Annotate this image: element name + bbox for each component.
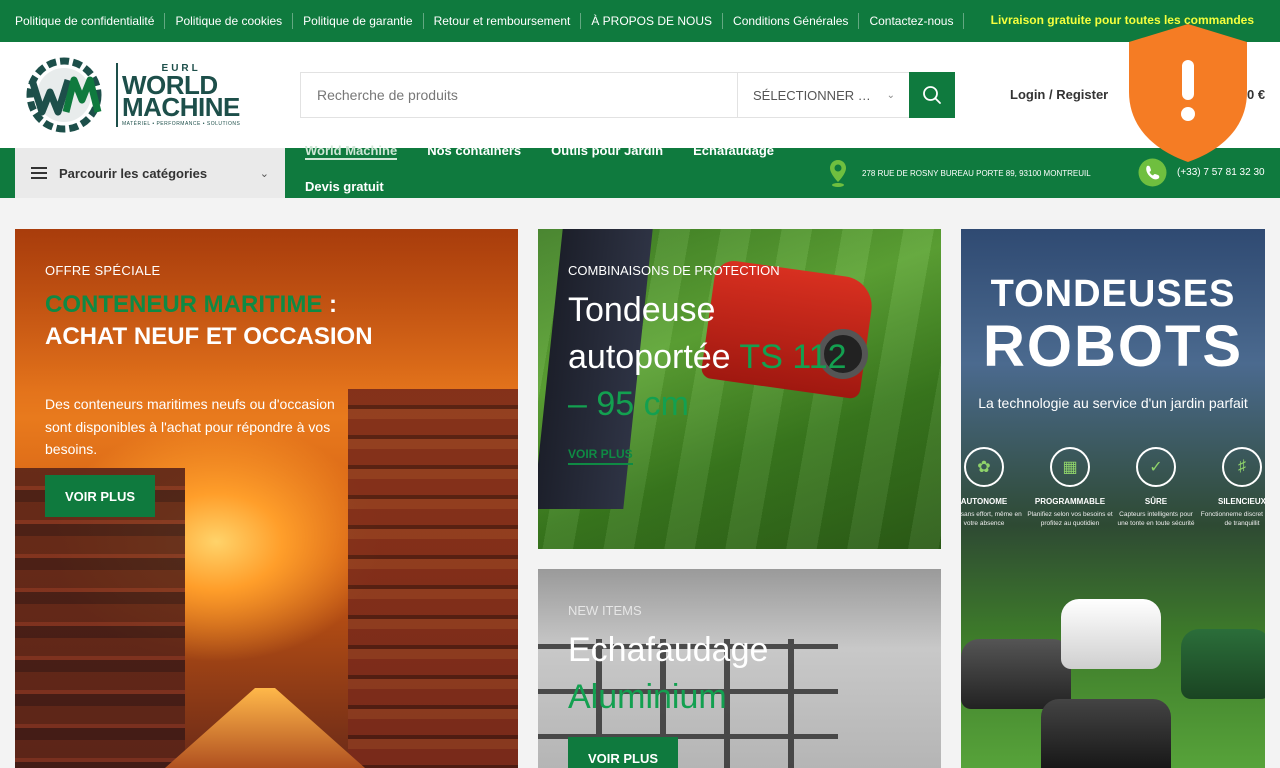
browse-categories-button[interactable]: Parcourir les catégories ⌄ (15, 148, 285, 198)
store-address: 278 RUE DE ROSNY BUREAU PORTE 89, 93100 … (828, 158, 1091, 188)
feature-desc: Fonctionneme discret pour p de tranquill… (1200, 511, 1265, 527)
robot-mower-image (1061, 599, 1161, 669)
view-more-button[interactable]: VOIR PLUS (45, 475, 155, 517)
banner-ride-on-mower[interactable]: COMBINAISONS DE PROTECTION Tondeuse auto… (538, 229, 941, 549)
feature-title: AUTONOME (961, 497, 1008, 506)
logo-line-2: MACHINE (122, 92, 240, 122)
site-logo[interactable]: EURL WORLD MACHINE MATÉRIEL • PERFORMANC… (18, 55, 258, 135)
leaf-icon: ✿ (964, 447, 1004, 487)
link-terms[interactable]: Conditions Générales (723, 13, 860, 29)
category-select[interactable]: SÉLECTIONNER … ⌄ (737, 73, 909, 117)
logo-wordmark: EURL WORLD MACHINE MATÉRIEL • PERFORMANC… (116, 63, 240, 127)
banner-heading-1: TONDEUSES (990, 273, 1236, 315)
feature-safe: ✓ SÛRE Capteurs intelligents pour une to… (1113, 447, 1199, 528)
view-more-button[interactable]: VOIR PLUS (568, 737, 678, 768)
nav-free-quote[interactable]: Devis gratuit (305, 178, 384, 214)
nav-scaffolding[interactable]: Echafaudage (693, 142, 774, 178)
feature-desc: onte sans effort, même en votre absence (961, 511, 1022, 527)
banner-kicker: OFFRE SPÉCIALE (45, 263, 161, 278)
robot-mower-image (1041, 699, 1171, 768)
banner-shipping-containers[interactable]: OFFRE SPÉCIALE CONTENEUR MARITIME : ACHA… (15, 229, 518, 768)
search-button[interactable] (909, 72, 955, 118)
containers-right-image (348, 389, 518, 768)
nav-garden-tools[interactable]: Outils pour Jardin (551, 142, 663, 178)
feature-title: PROGRAMMABLE (1034, 497, 1106, 506)
phone-number: (+33) 7 57 81 32 30 (1177, 167, 1265, 178)
feature-programmable: ▦ PROGRAMMABLE Planifiez selon vos besoi… (1027, 447, 1113, 528)
banner-title-highlight: Aluminium (568, 678, 727, 716)
cart-total[interactable]: 0 € (1247, 87, 1265, 102)
chevron-down-icon: ⌄ (259, 167, 269, 180)
banner-title-highlight: CONTENEUR MARITIME (45, 291, 323, 318)
main-nav: Parcourir les catégories ⌄ World Machine… (0, 143, 1280, 198)
nav-world-machine[interactable]: World Machine (305, 142, 398, 160)
location-pin-icon (830, 160, 846, 187)
banner-description: Des conteneurs maritimes neufs ou d'occa… (45, 396, 335, 457)
browse-categories-label: Parcourir les catégories (59, 165, 208, 181)
banner-title: Echafaudage Aluminium (568, 627, 868, 721)
banner-title: CONTENEUR MARITIME : ACHAT NEUF ET OCCAS… (45, 289, 375, 353)
logo-gear-icon (18, 56, 110, 134)
banner-title: Tondeuse autoportée TS 112 – 95 cm (568, 287, 848, 428)
shield-check-icon: ✓ (1136, 447, 1176, 487)
link-contact[interactable]: Contactez-nous (859, 13, 965, 29)
link-about[interactable]: À PROPOS DE NOUS (581, 13, 724, 29)
feature-autonomous: ✿ AUTONOME onte sans effort, même en vot… (961, 447, 1027, 528)
banner-robot-mowers[interactable]: TONDEUSES ROBOTS La technologie au servi… (961, 229, 1265, 768)
search-icon (923, 86, 941, 104)
banner-kicker: NEW ITEMS (568, 603, 642, 618)
feature-desc: Capteurs intelligents pour une tonte en … (1117, 511, 1195, 527)
banner-heading-2: ROBOTS (982, 314, 1244, 379)
link-returns[interactable]: Retour et remboursement (424, 13, 582, 29)
link-warranty-policy[interactable]: Politique de garantie (293, 13, 424, 29)
logo-tagline: MATÉRIEL • PERFORMANCE • SOLUTIONS (122, 121, 241, 127)
nav-links: World Machine Nos containers Outils pour… (305, 142, 815, 214)
site-header: EURL WORLD MACHINE MATÉRIEL • PERFORMANC… (0, 42, 1280, 148)
link-cookie-policy[interactable]: Politique de cookies (165, 13, 294, 29)
search-bar: SÉLECTIONNER … ⌄ (300, 72, 955, 118)
robot-mower-image (1181, 629, 1265, 699)
menu-icon (31, 167, 47, 179)
speaker-mute-icon: ♯ (1222, 447, 1262, 487)
feature-list: ✿ AUTONOME onte sans effort, même en vot… (961, 447, 1265, 528)
view-more-link[interactable]: VOIR PLUS (568, 447, 633, 465)
road-image (165, 688, 365, 768)
chevron-down-icon: ⌄ (886, 89, 895, 101)
category-select-label: SÉLECTIONNER … (753, 87, 871, 103)
search-input[interactable] (301, 73, 737, 117)
feature-title: SILENCIEUX (1217, 497, 1265, 506)
banner-subtitle: La technologie au service d'un jardin pa… (978, 395, 1248, 411)
top-links: Politique de confidentialité Politique d… (15, 13, 965, 29)
banner-aluminium-scaffolding[interactable]: NEW ITEMS Echafaudage Aluminium VOIR PLU… (538, 569, 941, 768)
address-text: 278 RUE DE ROSNY BUREAU PORTE 89, 93100 … (862, 168, 1091, 178)
banner-kicker: COMBINAISONS DE PROTECTION (568, 263, 780, 278)
security-shield-icon[interactable] (1127, 22, 1249, 164)
banner-title-main: Echafaudage (568, 631, 769, 669)
login-register-link[interactable]: Login / Register (1010, 87, 1108, 102)
banner-title-main: Tondeuse autoportée (568, 291, 740, 376)
feature-desc: Planifiez selon vos besoins et profitez … (1027, 511, 1113, 527)
top-bar: Politique de confidentialité Politique d… (0, 0, 1280, 42)
feature-silent: ♯ SILENCIEUX Fonctionneme discret pour p… (1199, 447, 1265, 528)
link-privacy-policy[interactable]: Politique de confidentialité (15, 13, 166, 29)
nav-containers[interactable]: Nos containers (427, 142, 521, 178)
calendar-icon: ▦ (1050, 447, 1090, 487)
feature-title: SÛRE (1144, 497, 1168, 506)
